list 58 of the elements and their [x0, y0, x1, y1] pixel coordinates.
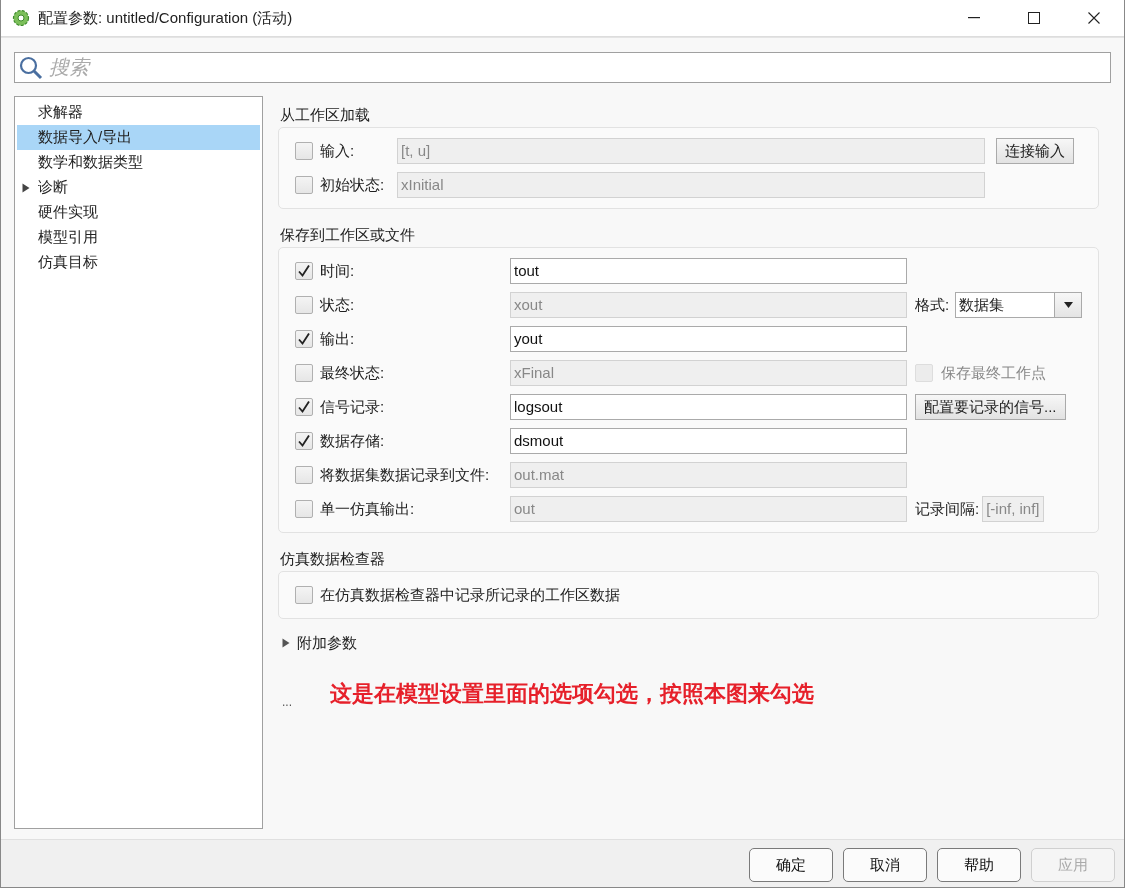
minimize-icon[interactable]: [968, 17, 980, 19]
tree-item[interactable]: 仿真目标: [17, 250, 260, 275]
checkbox[interactable]: [295, 296, 313, 314]
dropdown-caret-icon: [1063, 302, 1073, 308]
checkbox[interactable]: [295, 432, 313, 450]
ellipsis-text: ...: [282, 695, 292, 709]
annotation-text: 这是在模型设置里面的选项勾选，按照本图来勾选: [330, 680, 814, 708]
option-label: 输出:: [320, 329, 356, 349]
option-label: 初始状态:: [320, 175, 386, 195]
collapsed-triangle-icon[interactable]: [22, 182, 30, 193]
tree-item[interactable]: 数据导入/导出: [17, 125, 260, 150]
option-label: 单一仿真输出:: [320, 499, 416, 519]
search-field[interactable]: 搜索: [14, 52, 1111, 83]
gear-app-icon: [12, 9, 30, 27]
action-button[interactable]: 连接输入: [996, 138, 1074, 164]
search-icon: [19, 56, 43, 80]
checkbox[interactable]: [295, 586, 313, 604]
text-field[interactable]: dsmout: [510, 428, 907, 454]
option-label: 数据存储:: [320, 431, 386, 451]
action-button[interactable]: 配置要记录的信号...: [915, 394, 1066, 420]
dialog-button[interactable]: 取消: [843, 848, 927, 882]
section-title: 从工作区加载: [280, 105, 370, 124]
expander-label[interactable]: 附加参数: [297, 633, 357, 653]
option-label: 信号记录:: [320, 397, 386, 417]
tree-item[interactable]: 数学和数据类型: [17, 150, 260, 175]
option-label: 保存最终工作点: [941, 363, 1046, 383]
collapsed-triangle-icon[interactable]: [282, 638, 290, 648]
checkbox[interactable]: [295, 262, 313, 280]
option-label: 输入:: [320, 141, 356, 161]
text-field[interactable]: logsout: [510, 394, 907, 420]
option-label: 时间:: [320, 261, 356, 281]
tree-item[interactable]: 诊断: [17, 175, 260, 200]
checkbox[interactable]: [295, 176, 313, 194]
option-label: 将数据集数据记录到文件:: [320, 465, 491, 485]
format-dropdown[interactable]: 数据集: [955, 292, 1083, 318]
text-field[interactable]: tout: [510, 258, 907, 284]
format-label: 格式:: [915, 295, 950, 315]
option-label: 在仿真数据检查器中记录所记录的工作区数据: [320, 585, 620, 605]
checkbox[interactable]: [295, 500, 313, 518]
window-title: 配置参数: untitled/Configuration (活动): [38, 8, 293, 28]
section-title: 仿真数据检查器: [280, 549, 385, 568]
dialog-button[interactable]: 帮助: [937, 848, 1021, 882]
text-field[interactable]: yout: [510, 326, 907, 352]
checkbox[interactable]: [295, 142, 313, 160]
option-label: 状态:: [320, 295, 356, 315]
close-icon[interactable]: [1088, 12, 1100, 24]
tree-item[interactable]: 硬件实现: [17, 200, 260, 225]
tree-item[interactable]: 模型引用: [17, 225, 260, 250]
checkbox[interactable]: [295, 466, 313, 484]
option-label: 最终状态:: [320, 363, 386, 383]
section-title: 保存到工作区或文件: [280, 225, 415, 244]
maximize-icon[interactable]: [1028, 12, 1040, 24]
dialog-button[interactable]: 确定: [749, 848, 833, 882]
checkbox[interactable]: [295, 398, 313, 416]
tree-item[interactable]: 求解器: [17, 100, 260, 125]
checkbox[interactable]: [295, 364, 313, 382]
checkbox[interactable]: [295, 330, 313, 348]
interval-label: 记录间隔:: [915, 499, 980, 519]
